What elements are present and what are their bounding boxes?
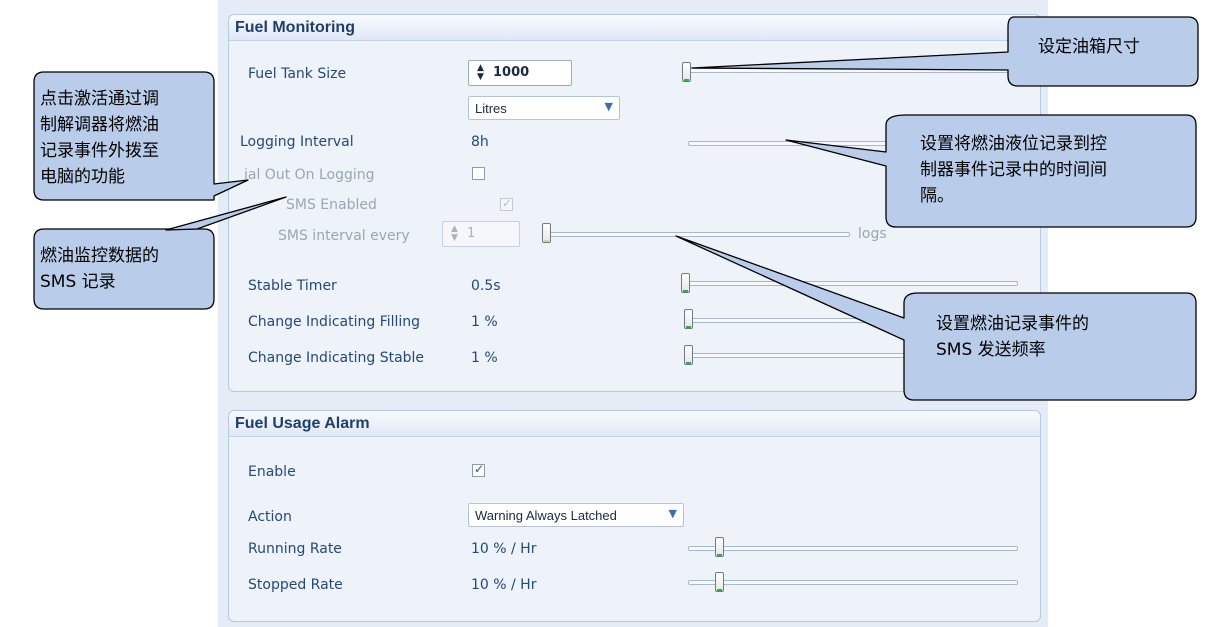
callout-dial-out-text: 点击激活通过调 制解调器将燃油 记录事件外拨至 电脑的功能 <box>40 89 159 187</box>
callout-logging-interval-text: 设置将燃油液位记录到控 制器事件记录中的时间间 隔。 <box>920 134 1107 206</box>
callout-sms-log-pointer <box>165 196 287 231</box>
callout-sms-log-text: 燃油监控数据的 SMS 记录 <box>40 246 159 292</box>
callout-tank-size-text: 设定油箱尺寸 <box>1038 37 1140 57</box>
callout-sms-rate-text: 设置燃油记录事件的 SMS 发送频率 <box>936 314 1089 360</box>
